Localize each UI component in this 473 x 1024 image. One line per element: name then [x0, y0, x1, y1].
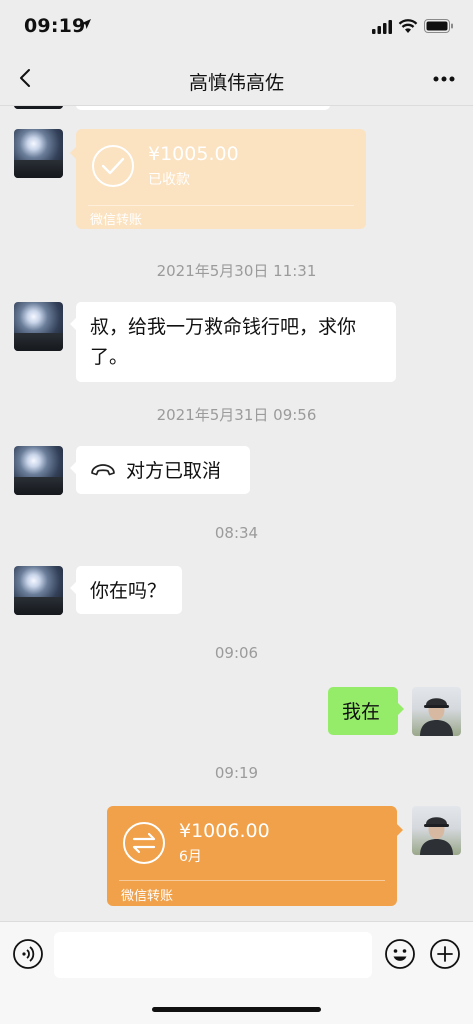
home-indicator	[152, 1007, 321, 1012]
message-text-line: 叔，给我一万救命钱行吧，求你	[90, 316, 357, 338]
call-status-text: 对方已取消	[126, 460, 222, 482]
transfer-amount: ¥1005.00	[148, 143, 239, 165]
timestamp: 09:06	[214, 644, 259, 662]
user-avatar[interactable]	[412, 687, 461, 736]
message-text: 我在	[342, 701, 381, 723]
timestamp: 2021年5月30日 11:31	[156, 262, 317, 280]
transfer-arrows-icon	[123, 822, 165, 864]
more-dots-icon[interactable]	[433, 76, 455, 82]
contact-avatar[interactable]	[14, 302, 63, 351]
call-record-bubble[interactable]: 对方已取消	[70, 446, 250, 494]
transfer-received-card[interactable]: ¥1005.00 已收款 微信转账	[70, 129, 366, 229]
divider	[88, 205, 354, 206]
checkmark-circle-icon	[92, 145, 134, 187]
message-input[interactable]	[54, 932, 372, 978]
nav-bar: 高慎伟高佐	[0, 52, 473, 106]
transfer-sent-card[interactable]: ¥1006.00 6月 微信转账	[107, 806, 397, 906]
timestamp: 09:19	[214, 764, 259, 782]
transfer-amount: ¥1006.00	[179, 820, 270, 842]
message-text-line: 了。	[90, 346, 129, 368]
voice-icon[interactable]	[12, 938, 44, 970]
wifi-icon	[398, 19, 418, 33]
contact-avatar[interactable]	[14, 129, 63, 178]
status-time: 09:19	[24, 15, 86, 37]
user-avatar-photo	[420, 698, 453, 736]
transfer-footer: 微信转账	[121, 889, 174, 904]
phone-hangup-icon	[91, 464, 115, 476]
transfer-note: 6月	[179, 849, 202, 865]
user-avatar[interactable]	[412, 806, 461, 855]
cut-off-message-bubble[interactable]	[76, 106, 330, 110]
chat-title: 高慎伟高佐	[188, 72, 284, 94]
emoji-icon[interactable]	[384, 938, 416, 970]
chat-area[interactable]: ¥1005.00 已收款 微信转账 2021年5月30日 11:31 叔，给我一…	[0, 106, 473, 921]
timestamp: 08:34	[214, 524, 259, 542]
contact-avatar[interactable]	[14, 446, 63, 495]
contact-avatar[interactable]	[14, 106, 63, 109]
battery-icon	[424, 19, 453, 33]
contact-avatar[interactable]	[14, 566, 63, 615]
plus-icon[interactable]	[429, 938, 461, 970]
divider	[119, 880, 385, 881]
location-arrow-icon	[81, 19, 91, 29]
transfer-status: 已收款	[148, 172, 190, 188]
timestamp: 2021年5月31日 09:56	[156, 406, 317, 424]
message-text: 你在吗？	[90, 580, 167, 602]
transfer-sent-tail	[397, 824, 403, 836]
status-bar: 09:19	[0, 0, 473, 52]
transfer-footer: 微信转账	[90, 213, 143, 228]
received-message-bubble[interactable]: 你在吗？	[70, 566, 182, 614]
received-message-bubble[interactable]: 叔，给我一万救命钱行吧，求你 了。	[70, 302, 396, 382]
user-avatar-photo	[420, 817, 453, 855]
sent-message-bubble[interactable]: 我在	[328, 687, 404, 735]
signal-icon	[372, 20, 392, 34]
